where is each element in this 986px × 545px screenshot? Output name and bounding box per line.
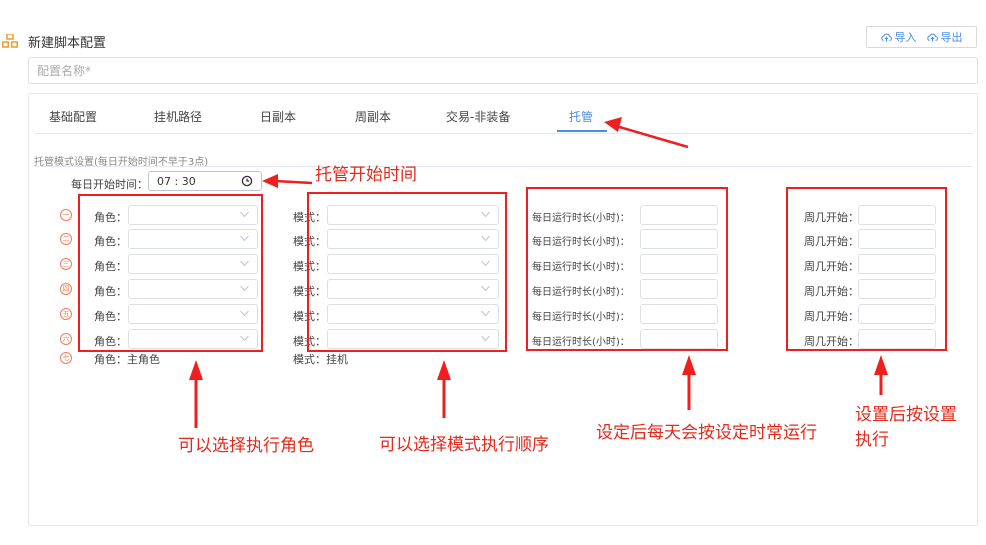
annotation-duration: 设定后每天会按设定时常运行 bbox=[596, 423, 817, 443]
annotation-week-line1: 设置后按设置 bbox=[855, 405, 957, 425]
arrow-head-duration bbox=[682, 355, 696, 375]
arrow-head-week bbox=[874, 355, 888, 375]
arrow-to-start-time bbox=[274, 179, 313, 185]
arrow-to-hosting-tab bbox=[615, 124, 689, 149]
arrow-head-hosting-tab bbox=[604, 117, 622, 132]
annotation-week-line2: 执行 bbox=[855, 430, 889, 450]
arrow-head-role bbox=[189, 360, 203, 380]
annotation-start-time: 托管开始时间 bbox=[315, 165, 417, 185]
annotation-arrows bbox=[189, 117, 888, 428]
arrow-head-start-time bbox=[262, 174, 278, 188]
annotation-role: 可以选择执行角色 bbox=[178, 436, 314, 456]
annotation-mode: 可以选择模式执行顺序 bbox=[379, 435, 549, 455]
arrow-head-mode bbox=[437, 360, 451, 380]
